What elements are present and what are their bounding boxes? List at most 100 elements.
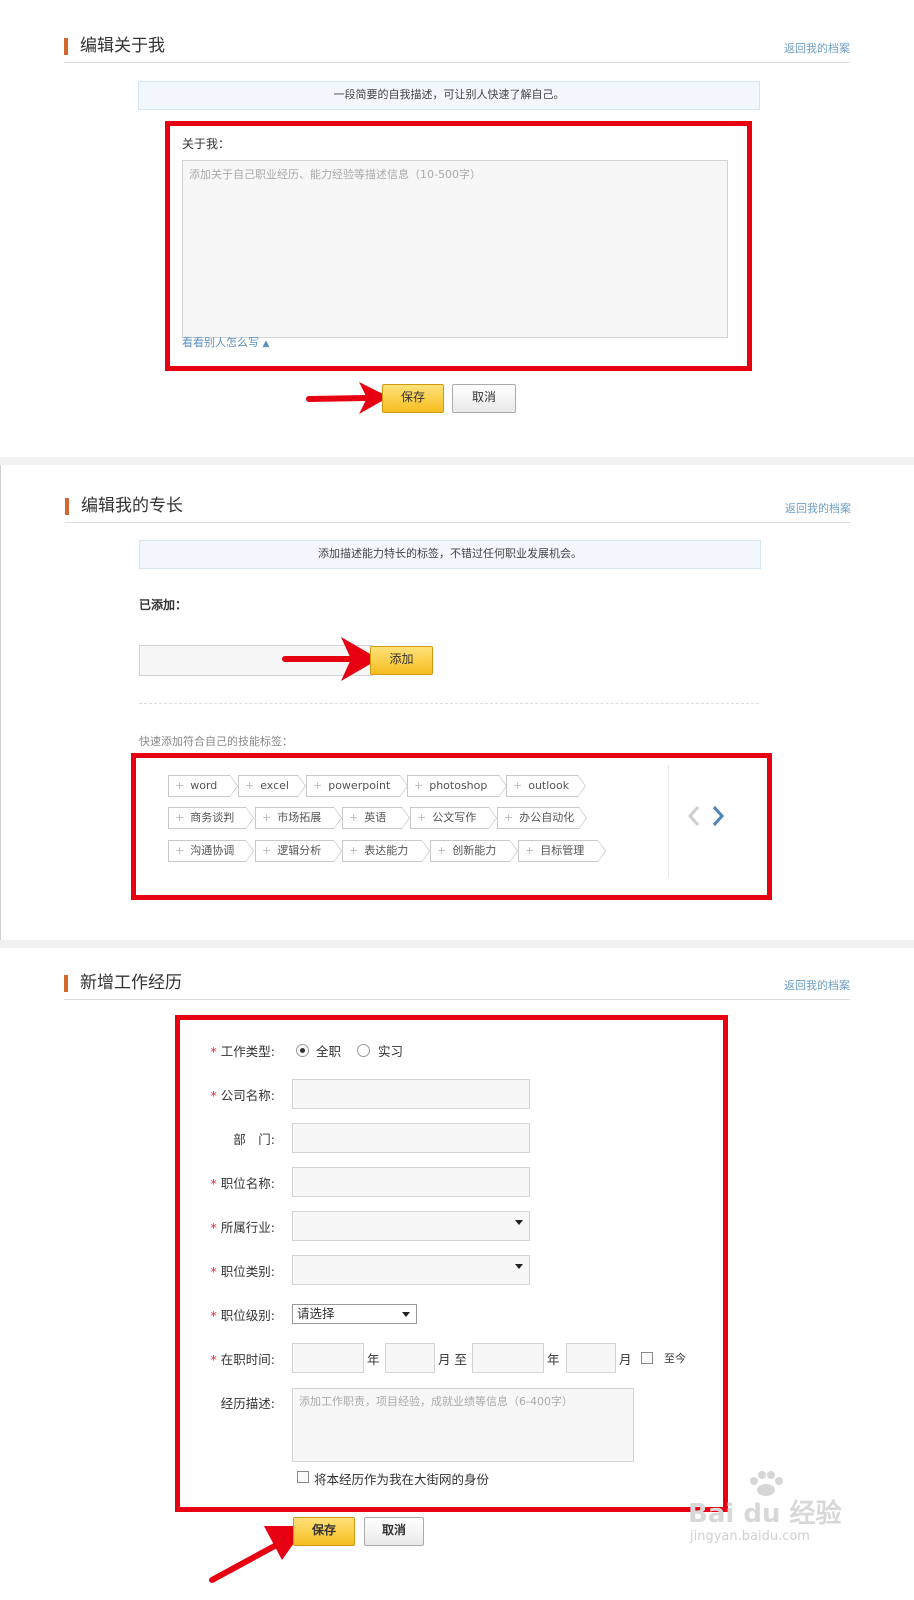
position-input[interactable]	[292, 1167, 530, 1197]
about-field-label: 关于我：	[182, 137, 231, 151]
skill-tag[interactable]: + word	[168, 775, 238, 797]
back-to-profile-link[interactable]: 返回我的档案	[785, 500, 851, 516]
about-placeholder: 添加关于自己职业经历、能力经验等描述信息（10-500字）	[189, 168, 481, 181]
skill-tag[interactable]: + 市场拓展	[255, 807, 342, 829]
job-type-label: * 工作类型:	[195, 1041, 275, 1060]
about-cancel-button[interactable]: 取消	[452, 384, 516, 413]
fulltime-radio[interactable]	[296, 1044, 309, 1057]
until-now-checkbox[interactable]	[641, 1352, 653, 1364]
tag-label: excel	[260, 779, 289, 792]
level-select[interactable]: 请选择	[292, 1304, 417, 1324]
required-mark: *	[210, 1088, 217, 1103]
back-to-profile-link[interactable]: 返回我的档案	[784, 40, 850, 56]
panel-divider	[0, 940, 914, 948]
dropdown-arrow-icon	[515, 1220, 523, 1225]
tag-label: 创新能力	[452, 844, 497, 857]
skill-tag[interactable]: + 创新能力	[430, 840, 518, 862]
required-mark: *	[210, 1220, 217, 1235]
skill-tag[interactable]: + 目标管理	[518, 840, 606, 862]
start-year-input[interactable]	[292, 1343, 364, 1373]
required-mark: *	[210, 1308, 217, 1323]
plus-icon: +	[414, 779, 424, 792]
identity-checkbox[interactable]	[297, 1471, 309, 1483]
plus-icon: +	[504, 811, 514, 824]
section-title: 编辑关于我	[80, 36, 165, 56]
work-cancel-button[interactable]: 取消	[364, 1517, 424, 1546]
tag-label: outlook	[528, 779, 570, 792]
plus-icon: +	[525, 844, 535, 857]
about-notice: 一段简要的自我描述，可让别人快速了解自己。	[138, 81, 760, 110]
end-month-input[interactable]	[566, 1343, 616, 1373]
tag-label: 目标管理	[540, 844, 585, 857]
skill-tag[interactable]: + outlook	[506, 775, 586, 797]
about-textarea[interactable]: 添加关于自己职业经历、能力经验等描述信息（10-500字）	[182, 160, 728, 338]
department-input[interactable]	[292, 1123, 530, 1153]
plus-icon: +	[513, 779, 523, 792]
category-label-text: 职位类别:	[220, 1264, 275, 1279]
start-month-input[interactable]	[385, 1343, 435, 1373]
company-input[interactable]	[292, 1079, 530, 1109]
tag-label: 公文写作	[432, 811, 477, 824]
examples-link-label: 看看别人怎么写	[182, 336, 259, 349]
dashed-divider	[139, 703, 759, 704]
section-title: 编辑我的专长	[81, 496, 183, 516]
industry-select[interactable]	[292, 1211, 530, 1241]
level-label: * 职位级别:	[195, 1305, 275, 1324]
skill-tag[interactable]: + powerpoint	[306, 775, 408, 797]
section-header: 编辑关于我 返回我的档案	[64, 34, 850, 63]
fulltime-label: 全职	[316, 1044, 342, 1059]
skill-tag[interactable]: + 英语	[342, 807, 410, 829]
identity-label: 将本经历作为我在大街网的身份	[314, 1472, 490, 1487]
tag-label: photoshop	[429, 779, 488, 792]
examples-link[interactable]: 看看别人怎么写 ▲	[182, 334, 269, 350]
section-accent-bar	[64, 38, 68, 55]
work-save-button[interactable]: 保存	[293, 1517, 355, 1546]
tag-label: 英语	[364, 811, 387, 824]
skill-tag[interactable]: + photoshop	[407, 775, 507, 797]
skill-tag[interactable]: + 表达能力	[342, 840, 430, 862]
red-arrow-icon	[282, 637, 379, 681]
back-to-profile-link[interactable]: 返回我的档案	[784, 977, 850, 993]
plus-icon: +	[245, 779, 255, 792]
intern-radio[interactable]	[357, 1044, 370, 1057]
tag-label: 逻辑分析	[277, 844, 322, 857]
company-label: * 公司名称:	[195, 1085, 275, 1104]
year-unit: 年	[367, 1352, 380, 1367]
plus-icon: +	[349, 844, 359, 857]
skill-tag[interactable]: + 办公自动化	[497, 807, 587, 829]
level-label-text: 职位级别:	[220, 1308, 275, 1323]
plus-icon: +	[437, 844, 447, 857]
about-save-button[interactable]: 保存	[382, 384, 444, 413]
section-accent-bar	[64, 975, 68, 992]
added-label: 已添加：	[139, 598, 188, 612]
desc-placeholder: 添加工作职责，项目经验，成就业绩等信息（6-400字）	[299, 1395, 573, 1408]
skill-tag[interactable]: + 逻辑分析	[255, 840, 342, 862]
required-mark: *	[210, 1352, 217, 1367]
department-label: 部 门:	[233, 1132, 275, 1147]
skill-tag[interactable]: + 商务谈判	[168, 807, 254, 829]
industry-label-text: 所属行业:	[220, 1220, 275, 1235]
skills-panel: 编辑我的专长 返回我的档案 添加描述能力特长的标签，不错过任何职业发展机会。 已…	[0, 465, 914, 940]
section-title: 新增工作经历	[80, 973, 182, 993]
year-unit: 年	[547, 1352, 560, 1367]
plus-icon: +	[313, 779, 323, 792]
red-arrow-icon	[306, 382, 389, 414]
company-label-text: 公司名称:	[220, 1088, 275, 1103]
section-header: 新增工作经历 返回我的档案	[64, 971, 850, 1000]
plus-icon: +	[262, 844, 272, 857]
end-year-input[interactable]	[472, 1343, 544, 1373]
tags-divider	[668, 765, 669, 877]
skill-tag[interactable]: + 沟通协调	[168, 840, 254, 862]
add-skill-button[interactable]: 添加	[370, 646, 433, 675]
month-unit: 月	[619, 1352, 632, 1367]
skill-tag[interactable]: + 公文写作	[410, 807, 497, 829]
plus-icon: +	[349, 811, 359, 824]
desc-textarea[interactable]: 添加工作职责，项目经验，成就业绩等信息（6-400字）	[292, 1388, 634, 1462]
chevron-right-icon[interactable]	[711, 805, 725, 827]
plus-icon: +	[417, 811, 427, 824]
plus-icon: +	[175, 779, 185, 792]
category-select[interactable]	[292, 1255, 530, 1285]
skill-tag[interactable]: + excel	[238, 775, 306, 797]
tag-label: 商务谈判	[190, 811, 235, 824]
chevron-left-icon[interactable]	[687, 805, 701, 827]
